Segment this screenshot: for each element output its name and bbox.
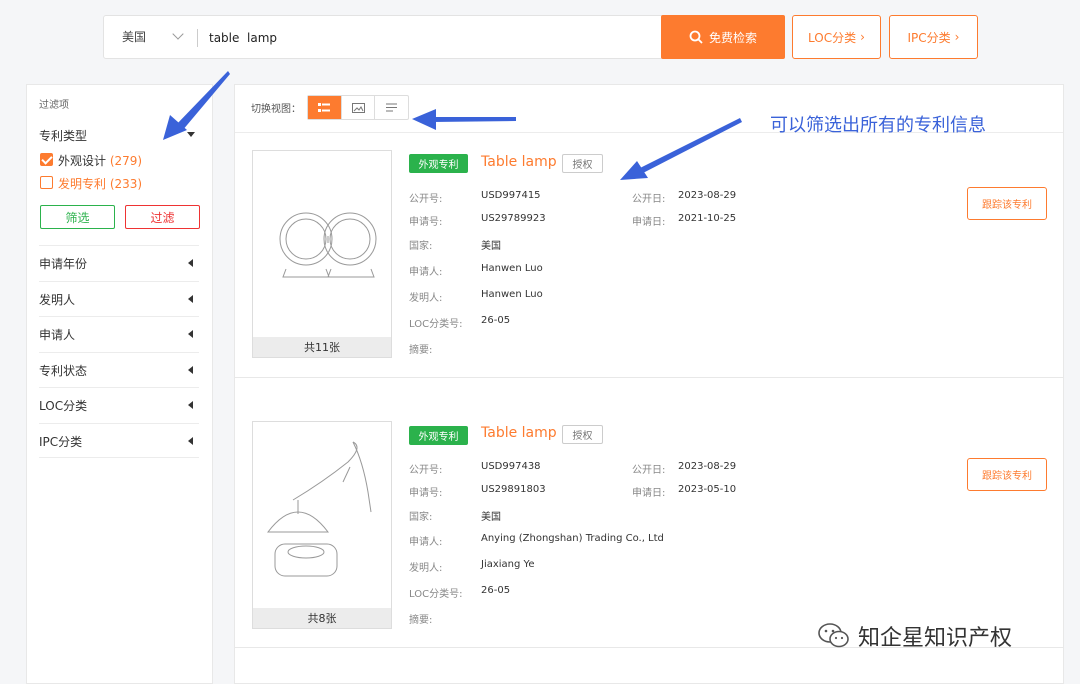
- patent-thumbnail[interactable]: 共11张: [252, 150, 392, 358]
- track-patent-button[interactable]: 跟踪该专利: [967, 458, 1047, 491]
- patent-thumbnail[interactable]: 共8张: [252, 421, 392, 629]
- divider: [197, 29, 198, 47]
- loc-value: 26-05: [481, 315, 511, 326]
- caret-left-icon: [188, 259, 193, 267]
- sidebar-item-application-year[interactable]: 申请年份: [39, 245, 199, 280]
- app-number: US29789923: [481, 213, 546, 224]
- sidebar-item-ipc[interactable]: IPC分类: [39, 423, 199, 458]
- sidebar-item-loc[interactable]: LOC分类: [39, 387, 199, 422]
- app-number: US29891803: [481, 484, 546, 495]
- image-icon: [351, 102, 365, 113]
- search-button[interactable]: 免费检索: [661, 15, 785, 59]
- field-label: 发明人:: [409, 563, 443, 574]
- ipc-classification-button[interactable]: IPC分类 ›: [889, 15, 978, 59]
- field-label: 申请号:: [409, 488, 443, 499]
- field-label: 摘要:: [409, 615, 433, 626]
- checkbox-design-patent[interactable]: [40, 153, 53, 166]
- status-badge: 授权: [562, 154, 603, 173]
- field-label: 公开号:: [409, 194, 443, 205]
- patent-title-link[interactable]: Table lamp: [481, 154, 557, 170]
- exclude-button[interactable]: 过滤: [125, 205, 200, 229]
- caret-left-icon: [188, 330, 193, 338]
- field-label: 国家:: [409, 512, 433, 523]
- field-label: 公开日:: [632, 194, 666, 205]
- field-label: 公开日:: [632, 465, 666, 476]
- patent-type-heading[interactable]: 专利类型: [39, 127, 87, 144]
- watermark-text: 知企星知识产权: [858, 626, 1013, 651]
- loc-button-label: LOC分类: [808, 30, 857, 45]
- field-label: 申请日:: [632, 488, 666, 499]
- result-card: 共11张 外观专利 Table lamp 授权 公开号: USD997415 公…: [235, 133, 1063, 378]
- field-label: 国家:: [409, 241, 433, 252]
- chevron-right-icon: ›: [954, 30, 960, 44]
- search-button-label: 免费检索: [708, 30, 757, 45]
- annotation-text: 可以筛选出所有的专利信息: [770, 115, 986, 136]
- caret-left-icon: [188, 366, 193, 374]
- patent-title-link[interactable]: Table lamp: [481, 425, 557, 441]
- field-label: 摘要:: [409, 345, 433, 356]
- inventor-value: Hanwen Luo: [481, 289, 543, 300]
- field-label: 发明人:: [409, 293, 443, 304]
- patent-type-badge: 外观专利: [409, 154, 468, 173]
- search-icon: [689, 30, 703, 44]
- list-detail-icon: [318, 102, 331, 112]
- view-switch-label: 切换视图：: [251, 104, 301, 115]
- checkbox-invention-patent[interactable]: [40, 176, 53, 189]
- search-input[interactable]: [209, 26, 649, 50]
- result-card: 共8张 外观专利 Table lamp 授权 公开号: USD997438 公开…: [235, 378, 1063, 648]
- country-value: 美国: [481, 241, 501, 252]
- list-icon: [386, 103, 398, 112]
- caret-left-icon: [188, 401, 193, 409]
- sidebar-item-patent-status[interactable]: 专利状态: [39, 352, 199, 387]
- field-label: 公开号:: [409, 465, 443, 476]
- view-list-button[interactable]: [375, 96, 408, 119]
- field-label: LOC分类号:: [409, 319, 463, 330]
- field-label: 申请日:: [632, 217, 666, 228]
- inventor-value: Jiaxiang Ye: [481, 559, 535, 570]
- chevron-right-icon: ›: [860, 30, 865, 44]
- image-count: 共8张: [253, 608, 391, 628]
- lamp-drawing-image: [279, 212, 377, 278]
- view-gallery-button[interactable]: [342, 96, 376, 119]
- status-badge: 授权: [562, 425, 603, 444]
- sidebar-item-inventor[interactable]: 发明人: [39, 281, 199, 316]
- lamp-drawing-image: [266, 441, 372, 577]
- app-date: 2021-10-25: [678, 213, 737, 224]
- field-label: 申请人:: [409, 537, 443, 548]
- results-panel: 切换视图： 共11张 外观专利 Table lamp 授权 公开号: USD99…: [234, 84, 1064, 684]
- field-label: LOC分类号:: [409, 589, 463, 600]
- field-label: 申请人:: [409, 267, 443, 278]
- sidebar-item-applicant[interactable]: 申请人: [39, 316, 199, 351]
- watermark: 知企星知识产权: [818, 620, 1012, 652]
- pub-number: USD997415: [481, 190, 541, 201]
- field-label: 申请号:: [409, 217, 443, 228]
- caret-down-icon[interactable]: [187, 132, 195, 137]
- chevron-down-icon[interactable]: [172, 28, 184, 40]
- filter-button[interactable]: 筛选: [40, 205, 115, 229]
- ipc-button-label: IPC分类: [907, 30, 951, 45]
- view-toggle: [307, 95, 409, 120]
- sidebar-title: 过滤项: [39, 100, 69, 111]
- checkbox-invention-label[interactable]: 发明专利 (233): [58, 175, 142, 192]
- loc-classification-button[interactable]: LOC分类 ›: [792, 15, 881, 59]
- track-patent-button[interactable]: 跟踪该专利: [967, 187, 1047, 220]
- pub-date: 2023-08-29: [678, 190, 737, 201]
- pub-date: 2023-08-29: [678, 461, 737, 472]
- caret-left-icon: [188, 437, 193, 445]
- applicant-value: Hanwen Luo: [481, 263, 543, 274]
- caret-left-icon: [188, 295, 193, 303]
- view-list-detail-button[interactable]: [308, 96, 342, 119]
- image-count: 共11张: [253, 337, 391, 357]
- patent-type-badge: 外观专利: [409, 426, 468, 445]
- country-value: 美国: [481, 512, 501, 523]
- app-date: 2023-05-10: [678, 484, 737, 495]
- divider: [39, 457, 199, 458]
- wechat-icon: [818, 623, 849, 648]
- loc-value: 26-05: [481, 585, 511, 596]
- pub-number: USD997438: [481, 461, 541, 472]
- country-select[interactable]: 美国: [122, 28, 146, 45]
- applicant-value: Anying (Zhongshan) Trading Co., Ltd: [481, 533, 664, 544]
- filter-sidebar: 过滤项 专利类型 外观设计 (279) 发明专利 (233) 筛选 过滤 申请年…: [26, 84, 213, 684]
- checkbox-design-label[interactable]: 外观设计 (279): [58, 152, 142, 169]
